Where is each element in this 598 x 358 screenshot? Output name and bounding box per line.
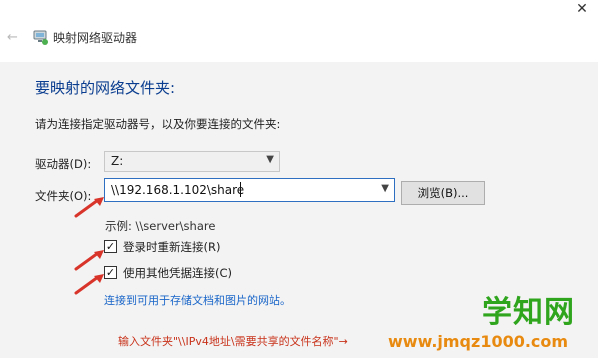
example-text: 示例: \\server\share [105, 219, 216, 233]
browse-button[interactable]: 浏览(B)... [401, 181, 485, 205]
close-icon[interactable]: ✕ [572, 2, 592, 16]
watermark-url: www.jmqz1000.com [388, 332, 569, 351]
dialog-heading: 要映射的网络文件夹: [35, 79, 176, 97]
drive-select[interactable]: Z: ▼ [104, 151, 280, 172]
instructions-text: 请为连接指定驱动器号，以及你要连接的文件夹: [35, 117, 281, 131]
text-caret [240, 182, 241, 197]
back-arrow-icon[interactable]: ← [7, 31, 21, 45]
drive-label: 驱动器(D): [35, 157, 92, 171]
annotation-text: 输入文件夹"\\IPv4地址\需要共享的文件名称"→ [118, 335, 348, 348]
title-bar: ✕ ← 映射网络驱动器 [0, 0, 598, 62]
folder-input-value: \\192.168.1.102\share [111, 183, 245, 197]
storage-website-link[interactable]: 连接到可用于存储文档和图片的网站。 [104, 292, 291, 308]
window-title: 映射网络驱动器 [53, 31, 138, 45]
chevron-down-icon[interactable]: ▼ [381, 183, 389, 194]
other-credentials-label[interactable]: 使用其他凭据连接(C) [123, 265, 232, 281]
pointer-arrow-icon [74, 272, 106, 296]
network-drive-icon [32, 28, 50, 46]
chevron-down-icon[interactable]: ▼ [266, 154, 274, 165]
pointer-arrow-icon [74, 195, 106, 219]
drive-select-value: Z: [111, 154, 124, 168]
pointer-arrow-icon [74, 248, 106, 272]
watermark-logo: 学知网 [482, 295, 575, 330]
folder-input[interactable]: \\192.168.1.102\share ▼ [104, 178, 395, 202]
reconnect-label[interactable]: 登录时重新连接(R) [123, 239, 220, 255]
